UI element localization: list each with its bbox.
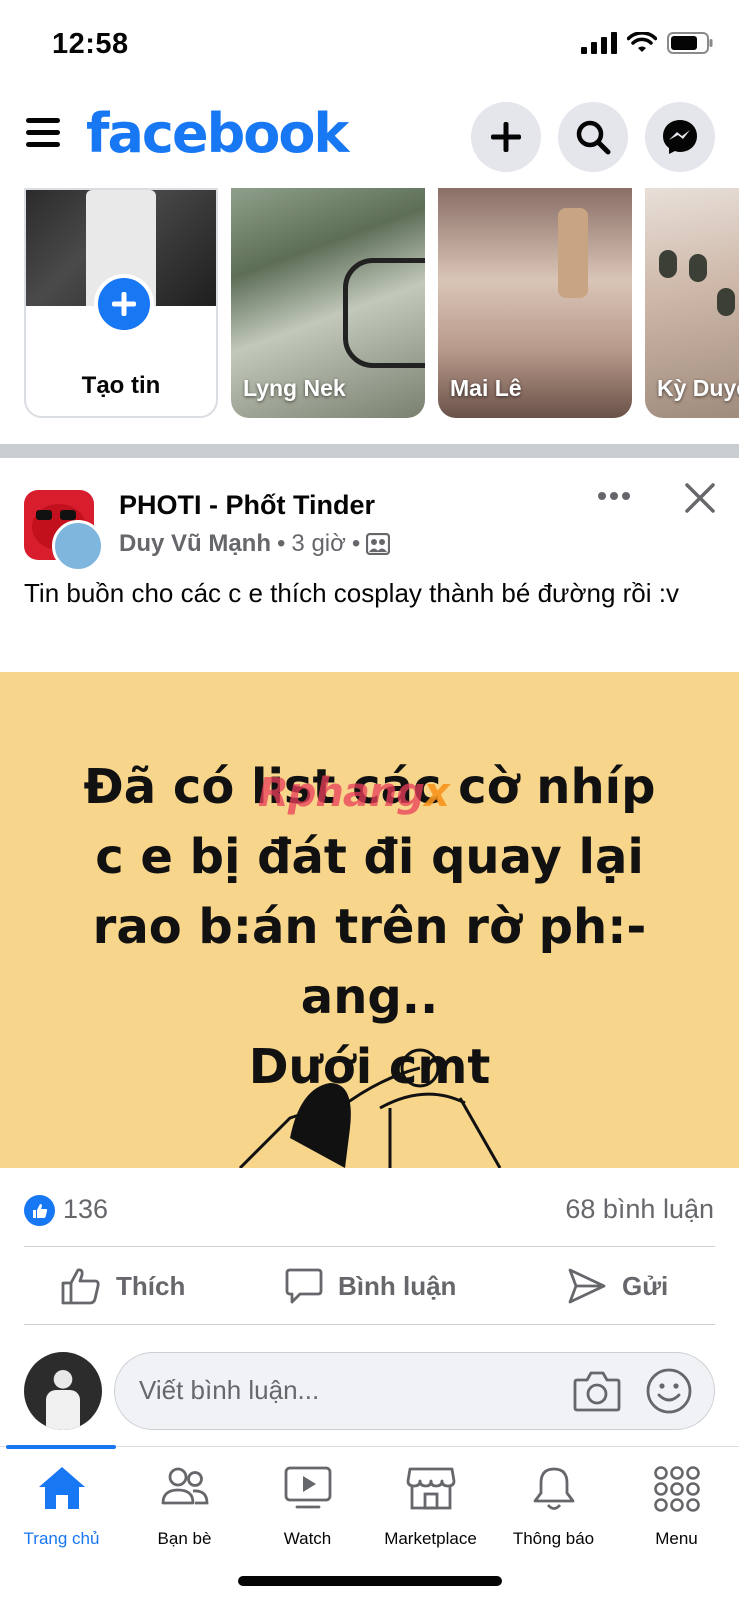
story-card[interactable]: Lyng Nek (231, 188, 425, 418)
comment-label: Bình luận (338, 1270, 457, 1301)
story-name: Kỳ Duyên (657, 375, 739, 401)
post-actions: Thích Bình luận Gửi (0, 1248, 739, 1324)
close-icon[interactable] (682, 480, 718, 516)
watermark-x: x (424, 770, 450, 816)
comment-button[interactable]: Bình luận (284, 1248, 456, 1324)
comment-count[interactable]: 68 bình luận (565, 1194, 714, 1225)
comment-placeholder: Viết bình luận... (139, 1375, 320, 1405)
story-name: Lyng Nek (243, 375, 346, 401)
more-options-icon[interactable] (594, 484, 634, 514)
user-avatar[interactable] (24, 1352, 102, 1430)
nav-notifications[interactable]: Thông báo (492, 1447, 615, 1548)
like-button[interactable]: Thích (60, 1248, 185, 1324)
hamburger-menu-icon[interactable] (26, 118, 60, 152)
status-icons (581, 32, 713, 54)
nav-home[interactable]: Trang chủ (0, 1447, 123, 1548)
nav-marketplace[interactable]: Marketplace (369, 1447, 492, 1548)
thumbs-up-icon (61, 1268, 100, 1305)
marketplace-icon (406, 1467, 455, 1510)
divider (24, 1246, 715, 1247)
send-icon (568, 1268, 606, 1304)
share-button[interactable]: Gửi (566, 1248, 668, 1324)
stories-tray[interactable]: Tạo tin Lyng Nek Mai Lê Kỳ Duyên (0, 188, 739, 420)
friends-icon (161, 1467, 208, 1505)
story-card[interactable]: Kỳ Duyên (645, 188, 739, 418)
comment-icon (285, 1268, 323, 1304)
like-reaction-icon (24, 1195, 55, 1226)
nav-watch[interactable]: Watch (246, 1447, 369, 1548)
top-bar: facebook (0, 96, 739, 182)
nav-menu[interactable]: Menu (615, 1447, 738, 1548)
image-text-line: ang.. (300, 969, 439, 1025)
create-post-button[interactable] (471, 102, 541, 172)
author-name[interactable]: Duy Vũ Mạnh (119, 530, 271, 558)
nav-label: Watch (283, 1529, 332, 1548)
reactions-bar: 136 68 bình luận (0, 1168, 739, 1246)
search-icon (576, 120, 611, 155)
image-text-line: c e bị đát đi quay lại (95, 829, 644, 885)
nav-friends[interactable]: Bạn bè (123, 1447, 246, 1548)
signal-icon (581, 32, 617, 54)
comment-composer: Viết bình luận... (0, 1350, 739, 1434)
watermark: Rphangx (258, 770, 450, 816)
search-button[interactable] (558, 102, 628, 172)
create-story-card[interactable]: Tạo tin (24, 188, 218, 418)
post-header: PHOTI - Phốt Tinder Duy Vũ Mạnh • 3 giờ … (0, 480, 739, 572)
post-text: Tin buồn cho các c e thích cosplay thành… (24, 578, 679, 608)
nav-label: Marketplace (384, 1529, 477, 1548)
nav-label: Bạn bè (157, 1529, 212, 1548)
create-story-label: Tạo tin (81, 372, 161, 399)
post-meta: Duy Vũ Mạnh • 3 giờ • (119, 530, 391, 558)
post-image[interactable]: Đã có list các cờ nhíp c e bị đát đi qua… (0, 672, 739, 1168)
nav-label: Menu (655, 1529, 698, 1548)
watermark-main: Rphang (258, 770, 425, 816)
messenger-icon (663, 120, 697, 154)
story-name: Mai Lê (450, 375, 522, 401)
bell-icon (533, 1467, 574, 1510)
home-indicator[interactable] (238, 1576, 502, 1586)
menu-grid-icon (653, 1466, 700, 1512)
page-name[interactable]: PHOTI - Phốt Tinder (119, 490, 375, 521)
create-story-plus-icon (94, 274, 154, 334)
wifi-icon (627, 32, 657, 52)
group-privacy-icon (366, 533, 391, 555)
home-icon (38, 1467, 85, 1509)
facebook-logo[interactable]: facebook (86, 102, 349, 165)
comment-input[interactable]: Viết bình luận... (114, 1352, 715, 1430)
share-label: Gửi (622, 1270, 669, 1301)
image-text-line: rao b:án trên rờ ph:- (92, 899, 647, 955)
couple-illustration (238, 1048, 502, 1168)
watch-icon (284, 1466, 331, 1509)
nav-label: Thông báo (512, 1529, 595, 1548)
battery-icon (667, 32, 713, 54)
messenger-button[interactable] (645, 102, 715, 172)
plus-icon (491, 122, 521, 152)
like-count[interactable]: 136 (63, 1194, 108, 1225)
divider (24, 1324, 715, 1325)
status-time: 12:58 (52, 28, 129, 60)
section-divider (0, 444, 739, 458)
meta-separator: • (351, 530, 361, 557)
nav-label: Trang chủ (23, 1529, 100, 1548)
emoji-icon[interactable] (645, 1367, 693, 1415)
author-avatar[interactable] (52, 520, 104, 572)
camera-icon[interactable] (573, 1368, 621, 1414)
post-time[interactable]: 3 giờ (291, 530, 345, 558)
like-label: Thích (116, 1270, 186, 1301)
story-card[interactable]: Mai Lê (438, 188, 632, 418)
meta-separator: • (277, 530, 286, 557)
status-bar: 12:58 (0, 0, 739, 90)
